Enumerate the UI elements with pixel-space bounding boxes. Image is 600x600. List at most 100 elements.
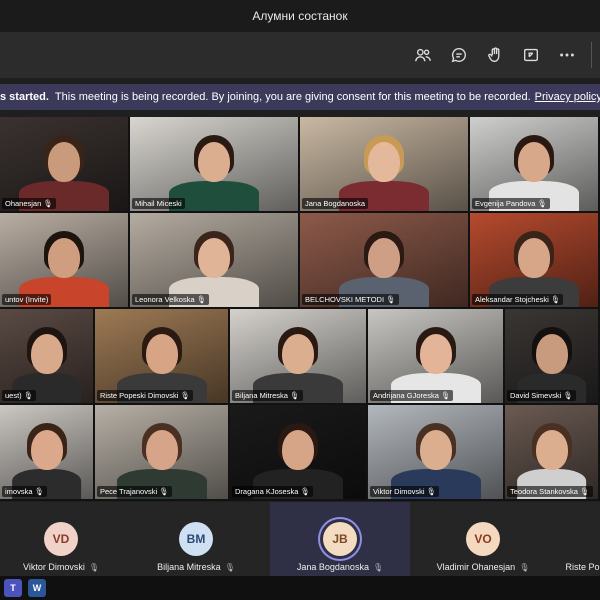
video-tile[interactable]: BELCHOVSKI METODI 🎙 [300, 213, 468, 307]
participant-name-label: BELCHOVSKI METODI 🎙 [302, 294, 399, 305]
mic-muted-icon: 🎙 [519, 563, 530, 572]
raise-hand-button[interactable] [477, 37, 513, 73]
video-tile[interactable]: untov (Invite) [0, 213, 128, 307]
participant-name-label: Pece Trajanovski 🎙 [97, 486, 172, 497]
participant-name-label: Evgenija Pandova 🎙 [472, 198, 551, 209]
participant-name-label: Jana Bogdanoska [302, 198, 369, 209]
participant-tile[interactable]: VD Viktor Dimovski 🎙 [0, 502, 122, 576]
participant-name-label: Ohanesjan 🎙 [2, 198, 56, 209]
person-face [535, 430, 568, 470]
person-face [198, 142, 230, 182]
person-face [145, 334, 178, 374]
participant-avatar: BM [179, 522, 213, 556]
teams-app-icon[interactable]: T [4, 579, 22, 597]
person-face [419, 334, 452, 374]
window-title-bar: Алумни состанок [0, 0, 600, 32]
chat-icon [451, 48, 466, 63]
person-face [282, 430, 314, 470]
chat-button[interactable] [441, 37, 477, 73]
person-face [518, 238, 550, 278]
participant-name-label: Mihail Miceski [132, 198, 185, 209]
participant-name-text: Riste Pop [565, 562, 600, 572]
person-face [535, 334, 568, 374]
participant-name-label: Leonora Velkoska 🎙 [132, 294, 210, 305]
participants-button[interactable] [405, 37, 441, 73]
participant-avatar: VD [44, 522, 78, 556]
more-options-button[interactable] [549, 37, 585, 73]
video-grid: Ohanesjan 🎙 Mihail Miceski Jana Bogdanoska… [0, 117, 600, 501]
recording-consent-text: This meeting is being recorded. By joini… [54, 91, 531, 103]
window-title: Алумни состанок [252, 9, 348, 23]
video-tile[interactable]: Jana Bogdanoska [300, 117, 468, 211]
participant-name-text: Vladimir Ohanesjan [436, 562, 516, 572]
participant-name-label: Riste Popeski Dimovski 🎙 [97, 390, 193, 401]
participant-name-label: Biljana Mitreska 🎙 [232, 390, 303, 401]
video-tile[interactable]: Dragana KJoseska 🎙 [230, 405, 366, 499]
participant-name-label: imovska 🎙 [2, 486, 48, 497]
participant-name-label: untov (Invite) [2, 294, 52, 305]
word-app-icon[interactable]: W [28, 579, 46, 597]
participant-name-text: Viktor Dimovski [22, 562, 85, 572]
person-face [30, 430, 63, 470]
privacy-policy-link[interactable]: Privacy policy [535, 91, 600, 103]
participant-strip: VD Viktor Dimovski 🎙 BM Biljana Mitreska 🎙 JB J… [0, 502, 600, 576]
participant-avatar: JB [323, 522, 357, 556]
video-tile[interactable]: Andrijana GJoreska 🎙 [368, 309, 503, 403]
person-face [48, 142, 80, 182]
more-icon [560, 53, 574, 57]
participant-name-label: Aleksandar Stojcheski 🎙 [472, 294, 564, 305]
participant-name: Biljana Mitreska 🎙 [157, 562, 235, 572]
participant-avatar: VO [466, 522, 500, 556]
toolbar-divider [591, 42, 592, 68]
person-face [368, 238, 400, 278]
participant-name-label: David Simevski 🎙 [507, 390, 576, 401]
person-face [518, 142, 550, 182]
participant-name: Jana Bogdanoska 🎙 [297, 562, 383, 572]
person-face [419, 430, 452, 470]
video-tile[interactable]: Evgenija Pandova 🎙 [470, 117, 598, 211]
video-tile[interactable]: uest) 🎙 [0, 309, 93, 403]
video-tile[interactable]: David Simevski 🎙 [505, 309, 598, 403]
video-tile[interactable]: imovska 🎙 [0, 405, 93, 499]
share-icon [524, 48, 538, 62]
participant-name-text: Jana Bogdanoska [296, 562, 369, 572]
video-tile[interactable]: Teodora Stankovska 🎙 [505, 405, 598, 499]
video-tile[interactable]: Riste Popeski Dimovski 🎙 [95, 309, 228, 403]
raise-hand-icon [488, 47, 500, 62]
person-face [282, 334, 314, 374]
participants-icon [415, 48, 431, 62]
video-tile[interactable]: Ohanesjan 🎙 [0, 117, 128, 211]
person-face [198, 238, 230, 278]
person-face [145, 430, 178, 470]
meeting-toolbar [0, 32, 600, 78]
share-button[interactable] [513, 37, 549, 73]
mic-muted-icon: 🎙 [88, 563, 99, 572]
participant-tile[interactable]: Riste Pop [555, 502, 600, 576]
video-tile[interactable]: Biljana Mitreska 🎙 [230, 309, 366, 403]
person-face [30, 334, 63, 374]
participant-name-label: Dragana KJoseska 🎙 [232, 486, 313, 497]
person-face [48, 238, 80, 278]
mic-muted-icon: 🎙 [224, 563, 235, 572]
person-face [368, 142, 400, 182]
recording-banner: s started. This meeting is being recorde… [0, 84, 600, 110]
participant-tile[interactable]: VO Vladimir Ohanesjan 🎙 [413, 502, 553, 576]
video-tile[interactable]: Mihail Miceski [130, 117, 298, 211]
participant-name: Vladimir Ohanesjan 🎙 [437, 562, 530, 572]
recording-started-text: s started. [0, 91, 49, 103]
participant-tile[interactable]: JB Jana Bogdanoska 🎙 [270, 502, 410, 576]
video-tile[interactable]: Viktor Dimovski 🎙 [368, 405, 503, 499]
video-tile[interactable]: Aleksandar Stojcheski 🎙 [470, 213, 598, 307]
participant-name: Riste Pop [565, 562, 600, 572]
participant-name-label: Teodora Stankovska 🎙 [507, 486, 593, 497]
video-tile[interactable]: Leonora Velkoska 🎙 [130, 213, 298, 307]
participant-tile[interactable]: BM Biljana Mitreska 🎙 [127, 502, 265, 576]
video-tile[interactable]: Pece Trajanovski 🎙 [95, 405, 228, 499]
mic-muted-icon: 🎙 [372, 563, 384, 572]
participant-name-text: Biljana Mitreska [157, 562, 221, 572]
participant-name-label: uest) 🎙 [2, 390, 37, 401]
participant-name-label: Andrijana GJoreska 🎙 [370, 390, 454, 401]
taskbar: T W [0, 576, 600, 600]
participant-name: Viktor Dimovski 🎙 [23, 562, 99, 572]
participant-name-label: Viktor Dimovski 🎙 [370, 486, 440, 497]
